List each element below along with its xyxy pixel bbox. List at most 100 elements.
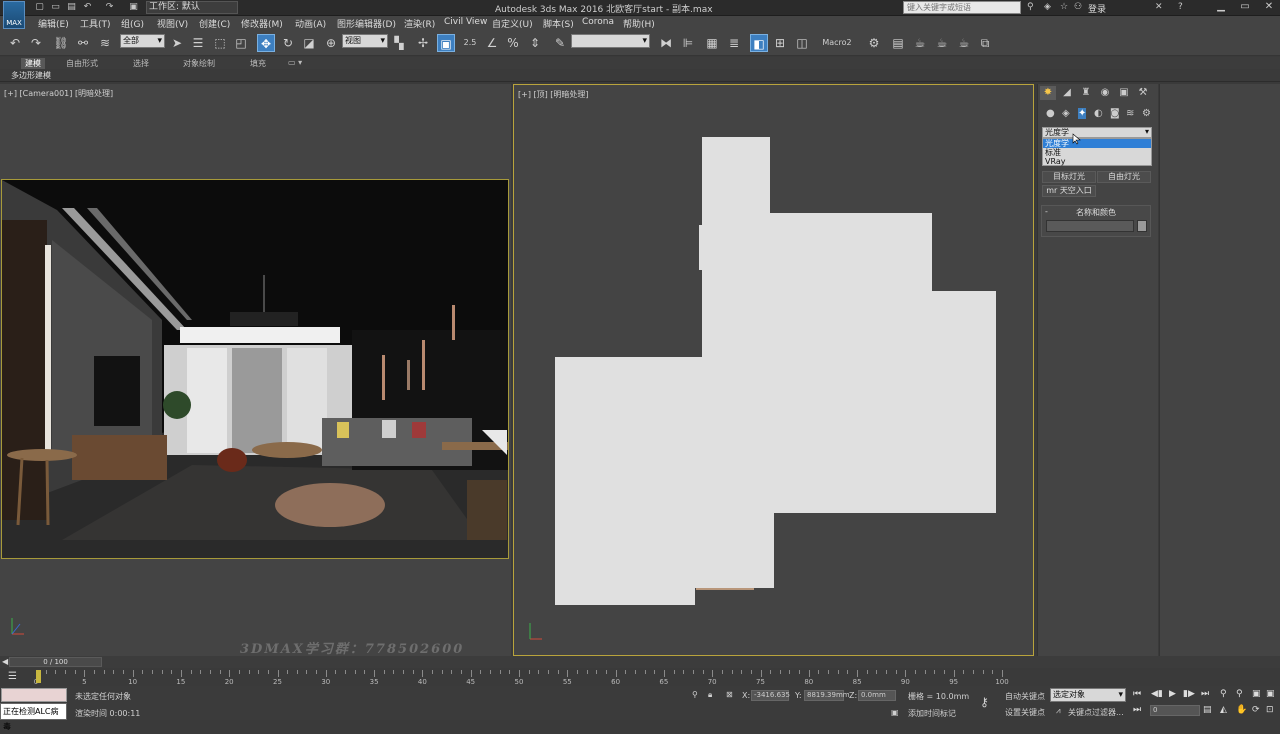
open-icon[interactable]: ▭ (50, 2, 61, 13)
align-icon[interactable]: ⊫ (679, 34, 697, 52)
named-selection-dropdown[interactable] (571, 34, 650, 48)
menu-customize[interactable]: 自定义(U) (492, 17, 533, 30)
create-tab-icon[interactable]: ✸ (1040, 86, 1056, 100)
undo-icon[interactable]: ↶ (6, 34, 24, 52)
schematic-view-icon[interactable]: ⊞ (771, 34, 789, 52)
pan-view-icon[interactable]: ✋ (1236, 705, 1247, 715)
option-vray[interactable]: VRay (1043, 157, 1151, 166)
cameras-icon[interactable]: ◐ (1094, 108, 1103, 119)
undo-icon[interactable]: ↶ (82, 2, 93, 13)
light-type-dropdown[interactable]: 光度学 (1042, 127, 1152, 138)
star-icon[interactable]: ☆ (1060, 2, 1068, 12)
minimize-button[interactable]: ▁ (1210, 0, 1232, 14)
menu-help[interactable]: 帮助(H) (623, 17, 655, 30)
systems-icon[interactable]: ⚙ (1142, 108, 1151, 119)
go-to-end-icon[interactable]: ⏭ (1201, 689, 1209, 699)
select-by-name-icon[interactable]: ☰ (189, 34, 207, 52)
zoom-all-icon[interactable]: ⚲ (1236, 689, 1243, 699)
workspace-dropdown[interactable]: 工作区: 默认 (146, 1, 238, 14)
camera-viewport-label[interactable]: [+] [Camera001] [明暗处理] (4, 88, 113, 99)
z-coordinate-field[interactable]: 0.0mm (858, 690, 896, 701)
field-of-view-icon[interactable]: ◭ (1220, 705, 1227, 715)
curve-editor-icon[interactable]: ◧ (750, 34, 768, 52)
add-time-tag-button[interactable]: 添加时间标记 (908, 708, 956, 719)
menu-views[interactable]: 视图(V) (157, 17, 188, 30)
play-icon[interactable]: ▶ (1169, 689, 1176, 699)
prev-frame-arrow-icon[interactable]: ◀ (2, 657, 8, 666)
new-icon[interactable]: ▢ (34, 2, 45, 13)
menu-modifiers[interactable]: 修改器(M) (241, 17, 283, 30)
select-manipulate-icon[interactable]: ✢ (414, 34, 432, 52)
help-icon[interactable]: ? (1178, 2, 1183, 12)
app-menu-button[interactable]: MAX (3, 1, 25, 29)
menu-scripting[interactable]: 脚本(S) (543, 17, 574, 30)
previous-frame-icon[interactable]: ◀▮ (1151, 689, 1163, 699)
next-frame-icon[interactable]: ▮▶ (1183, 689, 1195, 699)
menu-animation[interactable]: 动画(A) (295, 17, 326, 30)
key-mode-icon[interactable]: ⩘ (1056, 706, 1061, 716)
orbit-icon[interactable]: ⟳ (1252, 705, 1260, 715)
ribbon-options-icon[interactable]: ▭ ▾ (288, 58, 302, 67)
mini-curve-editor-icon[interactable]: ☰ (8, 671, 17, 682)
key-selection-dropdown[interactable]: 选定对象 (1050, 688, 1126, 702)
camera-viewport[interactable]: [+] [Camera001] [明暗处理] 3DMAX学习群：77850260… (0, 84, 511, 657)
layer-explorer-icon[interactable]: ▦ (703, 34, 721, 52)
x-coordinate-field[interactable]: -3416.635 (751, 690, 790, 701)
menu-edit[interactable]: 编辑(E) (38, 17, 69, 30)
place-icon[interactable]: ⊕ (322, 34, 340, 52)
percent-snap-icon[interactable]: % (504, 34, 522, 52)
render-in-cloud-icon[interactable]: ⧉ (976, 34, 994, 52)
free-light-button[interactable]: 自由灯光 (1097, 171, 1151, 183)
go-to-start-icon[interactable]: ⏮ (1133, 689, 1141, 699)
menu-tools[interactable]: 工具(T) (80, 17, 111, 30)
unlink-icon[interactable]: ⚯ (74, 34, 92, 52)
motion-tab-icon[interactable]: ◉ (1097, 86, 1113, 100)
option-photometric[interactable]: 光度学 (1043, 139, 1151, 148)
macro-button[interactable]: Macro2 (822, 34, 852, 52)
subscription-icon[interactable]: ◈ (1044, 2, 1051, 12)
time-configuration-icon[interactable]: ▤ (1203, 705, 1212, 715)
modify-tab-icon[interactable]: ◢ (1059, 86, 1075, 100)
keyboard-shortcut-override-icon[interactable]: ▣ (437, 34, 455, 52)
select-and-rotate-icon[interactable]: ↻ (279, 34, 297, 52)
geometry-icon[interactable]: ● (1046, 108, 1055, 119)
render-setup-icon[interactable]: ⚙ (865, 34, 883, 52)
ribbon-tab-modeling[interactable]: 建模 (21, 58, 45, 69)
time-tag-icon[interactable]: ▣ (891, 708, 899, 717)
top-viewport[interactable]: [+] [顶] [明暗处理] (513, 84, 1034, 656)
user-icon[interactable]: ⚇ (1074, 2, 1082, 12)
close-small-icon[interactable]: ✕ (1155, 2, 1163, 12)
spinner-snap-icon[interactable]: ⇕ (526, 34, 544, 52)
ribbon-tab-populate[interactable]: 填充 (250, 58, 266, 69)
absolute-mode-icon[interactable]: ⊠ (726, 690, 733, 699)
render-iterative-icon[interactable]: ☕ (933, 34, 951, 52)
ribbon-tab-object-paint[interactable]: 对象绘制 (183, 58, 215, 69)
lock-selection-icon[interactable]: 🔒︎ (708, 690, 712, 700)
toggle-ribbon-icon[interactable]: ≣ (725, 34, 743, 52)
edit-named-selections-icon[interactable]: ✎ (551, 34, 569, 52)
y-coordinate-field[interactable]: 8819.39mm (804, 690, 850, 701)
auto-key-button[interactable]: 自动关键点 (1005, 691, 1045, 702)
angle-snap-icon[interactable]: ∠ (483, 34, 501, 52)
key-mode-toggle-icon[interactable]: ⏭ (1133, 705, 1141, 715)
project-folder-icon[interactable]: ▣ (128, 2, 139, 13)
rollout-toggle[interactable]: - (1045, 207, 1048, 216)
binoculars-icon[interactable]: ⚲ (1027, 2, 1034, 12)
pin-icon[interactable]: ⚲ (692, 690, 698, 699)
select-and-link-icon[interactable]: ⛓ (52, 34, 70, 52)
select-and-move-icon[interactable]: ✥ (257, 34, 275, 52)
mr-sky-portal-button[interactable]: mr 天空入口 (1042, 185, 1096, 197)
zoom-icon[interactable]: ⚲ (1220, 689, 1227, 699)
object-color-swatch[interactable] (1137, 220, 1147, 232)
key-filters-button[interactable]: 关键点过滤器... (1068, 707, 1124, 718)
display-tab-icon[interactable]: ▣ (1116, 86, 1132, 100)
maximize-button[interactable]: ▭ (1234, 0, 1256, 14)
time-slider-thumb[interactable] (36, 670, 41, 683)
menu-graph-editors[interactable]: 图形编辑器(D) (337, 17, 396, 30)
shapes-icon[interactable]: ◈ (1062, 108, 1070, 119)
object-name-field[interactable] (1046, 220, 1134, 232)
bind-space-warp-icon[interactable]: ≋ (96, 34, 114, 52)
zoom-extents-icon[interactable]: ▣ (1252, 689, 1261, 699)
mirror-icon[interactable]: ⧓ (657, 34, 675, 52)
option-standard[interactable]: 标准 (1043, 148, 1151, 157)
